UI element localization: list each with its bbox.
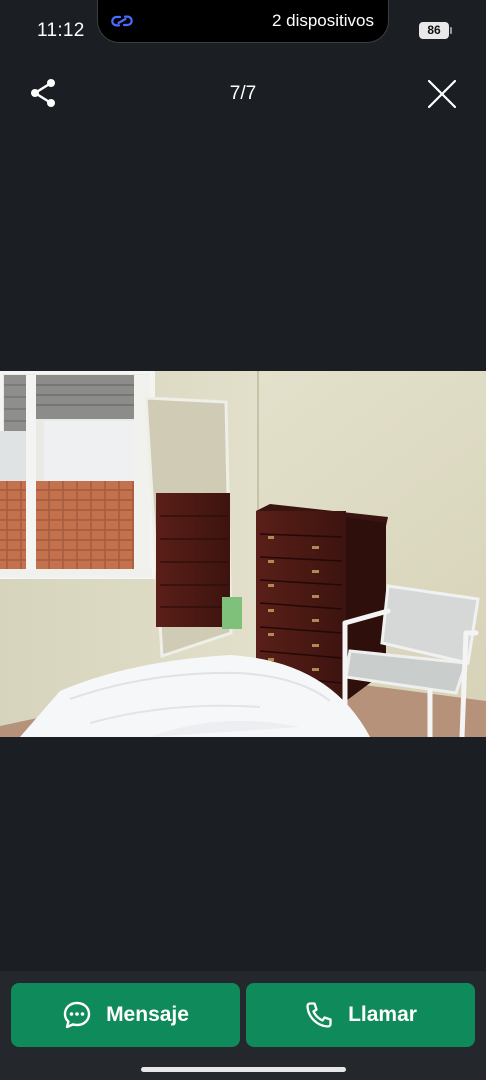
image-counter: 7/7 [229, 83, 257, 104]
message-button[interactable]: Mensaje [11, 983, 240, 1047]
bottom-action-bar: Mensaje Llamar [0, 971, 486, 1080]
close-button[interactable] [424, 76, 460, 112]
gallery-photo[interactable] [0, 371, 486, 737]
call-button-label: Llamar [348, 1003, 417, 1026]
close-icon [427, 79, 457, 109]
battery-indicator: 86 [419, 22, 452, 39]
bedroom-photo [0, 371, 486, 737]
dynamic-island[interactable]: 2 dispositivos [97, 0, 389, 43]
phone-icon [306, 1002, 332, 1028]
home-indicator[interactable] [141, 1067, 346, 1072]
chat-bubble-icon [63, 1001, 91, 1029]
link-icon [110, 10, 134, 32]
message-button-label: Mensaje [106, 1003, 189, 1026]
status-time: 11:12 [37, 20, 85, 41]
devices-label: 2 dispositivos [271, 11, 374, 30]
call-button[interactable]: Llamar [246, 983, 475, 1047]
